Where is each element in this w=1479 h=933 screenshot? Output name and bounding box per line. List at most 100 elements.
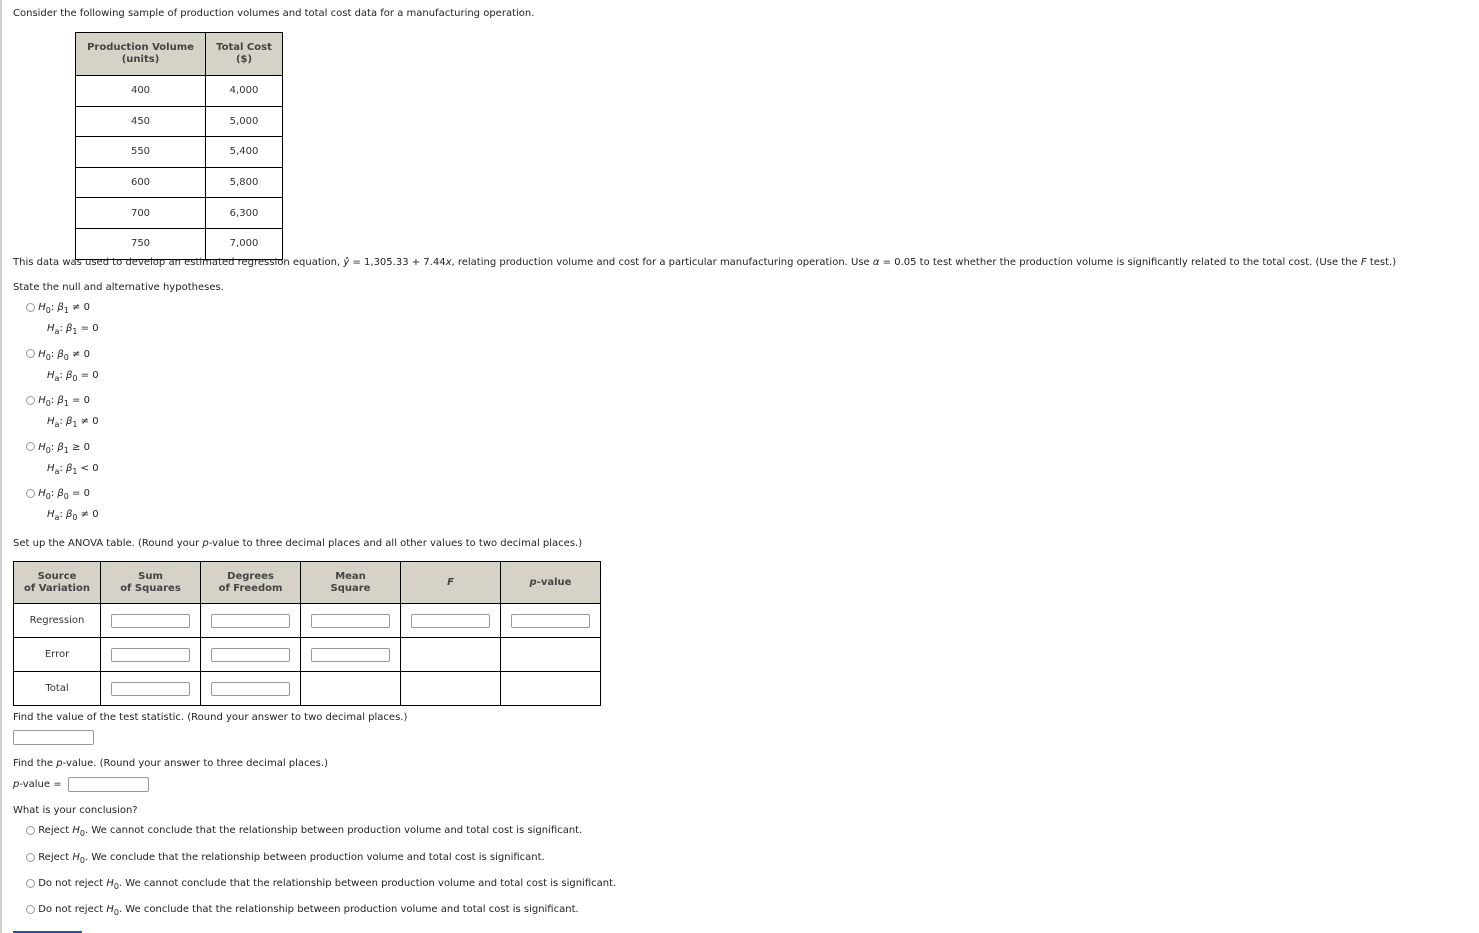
- table-row: 700 6,300: [75, 197, 283, 229]
- anova-cell: [400, 603, 501, 638]
- hypothesis-option[interactable]: H0: β1 ≠ 0 Ha: β1 = 0: [26, 301, 99, 336]
- pvalue-input[interactable]: [68, 777, 149, 792]
- radio-button[interactable]: [26, 395, 35, 405]
- radio-button[interactable]: [26, 349, 35, 358]
- radio-button[interactable]: [26, 825, 35, 835]
- radio-button[interactable]: [26, 852, 35, 862]
- conclusion-label: Reject H0. We conclude that the relation…: [38, 852, 545, 865]
- header-f: F: [400, 561, 501, 604]
- radio-button[interactable]: [26, 302, 35, 312]
- hypothesis-option[interactable]: H0: β1 ≥ 0 Ha: β1 < 0: [26, 441, 99, 476]
- sum-of-squares-input[interactable]: [111, 681, 190, 696]
- f-input[interactable]: [411, 613, 490, 628]
- radio-button[interactable]: [26, 904, 35, 914]
- hypothesis-option[interactable]: H0: β1 = 0 Ha: β1 ≠ 0: [26, 394, 99, 429]
- alternative-hypothesis: Ha: β0 ≠ 0: [47, 509, 99, 522]
- header-degrees-of-freedom: Degrees of Freedom: [200, 561, 301, 604]
- anova-cell: [300, 603, 401, 638]
- production-volume-cell: 450: [75, 105, 206, 138]
- alternative-hypothesis: Ha: β1 ≠ 0: [47, 416, 99, 429]
- hypothesis-option[interactable]: H0: β0 = 0 Ha: β0 ≠ 0: [26, 487, 99, 522]
- header-p-value: p-value: [500, 561, 601, 604]
- conclusion-option[interactable]: Reject H0. We cannot conclude that the r…: [26, 825, 583, 838]
- production-volume-cell: 550: [75, 136, 206, 168]
- source-label: Total: [13, 671, 101, 706]
- header-production-volume: Production Volume (units): [75, 32, 206, 76]
- conclusion-label: Do not reject H0. We conclude that the r…: [38, 904, 579, 917]
- anova-cell: [100, 603, 201, 638]
- anova-cell: [200, 603, 301, 638]
- hypotheses-prompt: State the null and alternative hypothese…: [13, 282, 224, 293]
- anova-row-total: Total: [13, 671, 601, 706]
- total-cost-cell: 5,000: [205, 105, 283, 138]
- source-label: Regression: [13, 603, 101, 638]
- anova-cell: [500, 603, 601, 638]
- intro-text: Consider the following sample of product…: [13, 8, 535, 19]
- null-hypothesis: H0: β0 ≠ 0: [38, 348, 90, 362]
- mean-square-input[interactable]: [311, 613, 390, 628]
- null-hypothesis: H0: β0 = 0: [38, 488, 90, 501]
- total-cost-cell: 5,800: [205, 166, 283, 199]
- sum-of-squares-input[interactable]: [111, 647, 190, 662]
- table-row: 750 7,000: [75, 227, 283, 260]
- anova-cell: [100, 671, 201, 706]
- conclusion-label: Do not reject H0. We cannot conclude tha…: [38, 878, 617, 891]
- degrees-of-freedom-input[interactable]: [211, 681, 290, 696]
- left-border: [0, 0, 2, 933]
- radio-button[interactable]: [26, 878, 35, 888]
- header-source: Source of Variation: [13, 561, 101, 604]
- production-volume-cell: 750: [75, 227, 206, 260]
- anova-cell: [200, 637, 301, 672]
- test-stat-prompt: Find the value of the test statistic. (R…: [13, 712, 408, 723]
- anova-cell-empty: [400, 637, 501, 672]
- anova-table: Source of Variation Sum of Squares Degrees…: [13, 561, 601, 706]
- test-statistic-input[interactable]: [13, 730, 94, 745]
- table-row: 450 5,000: [75, 105, 283, 138]
- sum-of-squares-input[interactable]: [111, 613, 190, 628]
- alternative-hypothesis: Ha: β1 = 0: [47, 323, 99, 336]
- production-volume-cell: 400: [75, 75, 206, 107]
- data-table: Production Volume (units) Total Cost ($) 4…: [75, 32, 283, 260]
- alternative-hypothesis: Ha: β0 = 0: [47, 369, 99, 383]
- conclusion-option[interactable]: Reject H0. We conclude that the relation…: [26, 852, 545, 865]
- total-cost-cell: 4,000: [205, 75, 283, 107]
- radio-button[interactable]: [26, 488, 35, 498]
- table-row: 400 4,000: [75, 75, 283, 107]
- table-row: 550 5,400: [75, 136, 283, 168]
- p-value-input[interactable]: [511, 613, 590, 628]
- alternative-hypothesis: Ha: β1 < 0: [47, 462, 99, 476]
- header-total-cost: Total Cost ($): [205, 32, 283, 76]
- conclusion-option[interactable]: Do not reject H0. We cannot conclude tha…: [26, 878, 617, 891]
- anova-cell: [300, 637, 401, 672]
- conclusion-option[interactable]: Do not reject H0. We conclude that the r…: [26, 904, 579, 917]
- degrees-of-freedom-input[interactable]: [211, 613, 290, 628]
- pvalue-label: p-value =: [13, 779, 62, 790]
- anova-cell-empty: [300, 671, 401, 706]
- anova-cell: [100, 637, 201, 672]
- production-volume-cell: 700: [75, 197, 206, 229]
- null-hypothesis: H0: β1 ≥ 0: [38, 441, 90, 455]
- anova-cell: [200, 671, 301, 706]
- hypothesis-option[interactable]: H0: β0 ≠ 0 Ha: β0 = 0: [26, 348, 99, 383]
- anova-row-regression: Regression: [13, 603, 601, 638]
- pvalue-prompt: Find the p-value. (Round your answer to …: [13, 758, 328, 769]
- mean-square-input[interactable]: [311, 647, 390, 662]
- radio-button[interactable]: [26, 442, 35, 451]
- header-mean-square: Mean Square: [300, 561, 401, 604]
- total-cost-cell: 7,000: [205, 227, 283, 260]
- anova-cell-empty: [500, 671, 601, 706]
- anova-cell-empty: [500, 637, 601, 672]
- table-row: 600 5,800: [75, 166, 283, 199]
- source-label: Error: [13, 637, 101, 672]
- degrees-of-freedom-input[interactable]: [211, 647, 290, 662]
- conclusion-prompt: What is your conclusion?: [13, 805, 138, 816]
- null-hypothesis: H0: β1 = 0: [38, 395, 90, 408]
- anova-row-error: Error: [13, 637, 601, 672]
- anova-prompt: Set up the ANOVA table. (Round your p-va…: [13, 538, 583, 549]
- anova-cell-empty: [400, 671, 501, 706]
- regression-text: This data was used to develop an estimat…: [13, 257, 1397, 268]
- header-sum-of-squares: Sum of Squares: [100, 561, 201, 604]
- production-volume-cell: 600: [75, 166, 206, 199]
- total-cost-cell: 5,400: [205, 136, 283, 168]
- conclusion-label: Reject H0. We cannot conclude that the r…: [38, 825, 583, 838]
